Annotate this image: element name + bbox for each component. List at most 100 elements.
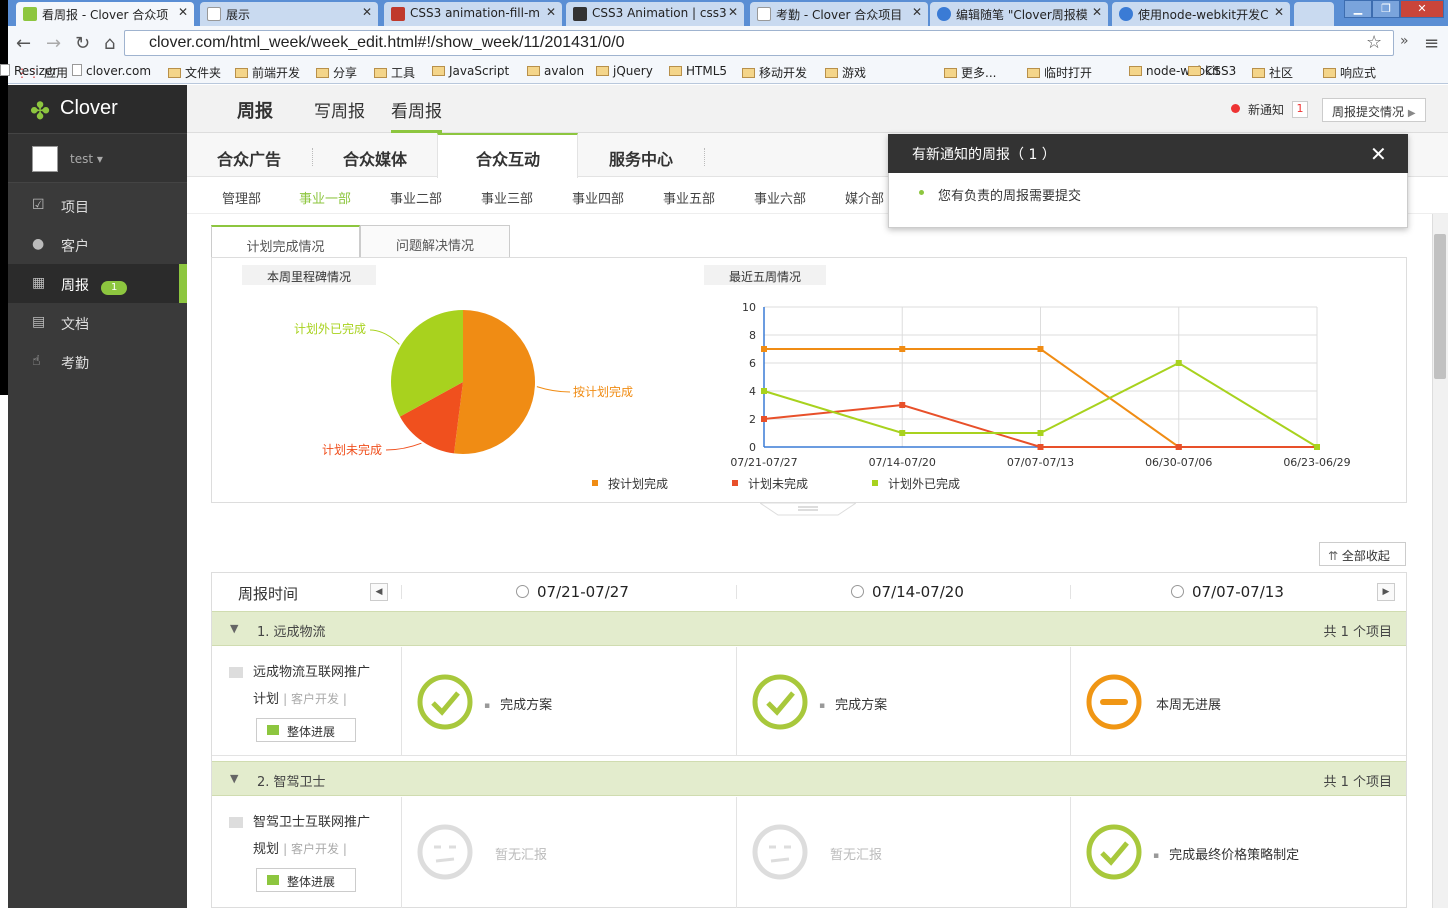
divider — [401, 585, 402, 599]
logo[interactable]: ✤ Clover — [8, 85, 187, 133]
close-tab-icon[interactable]: ✕ — [178, 5, 188, 19]
folder-icon — [1252, 68, 1265, 78]
bookmark-item[interactable]: 分享 — [316, 64, 357, 81]
company-tab-interactive[interactable]: 合众互动 — [476, 146, 540, 170]
data-point — [899, 402, 906, 408]
bookmark-item[interactable]: 临时打开 — [1027, 64, 1092, 81]
overall-progress-button[interactable]: 整体进展 — [256, 718, 356, 742]
group-row[interactable]: ▼ 2. 智驾卫士 共 1 个项目 — [212, 761, 1406, 796]
sidebar-item-attendance[interactable]: ☝ 考勤 — [8, 342, 187, 381]
overall-progress-label: 整体进展 — [287, 725, 336, 739]
status-empty-face-icon — [417, 824, 473, 880]
browser-tab-3[interactable]: CSS3 animation-fill-m ✕ — [384, 2, 562, 26]
sidebar-item-projects[interactable]: ☑ 项目 — [8, 186, 187, 225]
scrollbar-thumb[interactable] — [1434, 234, 1446, 379]
company-tab-ad[interactable]: 合众广告 — [217, 146, 281, 170]
dept-three[interactable]: 事业三部 — [481, 188, 533, 207]
dept-management[interactable]: 管理部 — [222, 188, 261, 207]
browser-tab-1[interactable]: 看周报 - Clover 合众项 ✕ — [16, 2, 194, 26]
status-text: 完成最终价格策略制定 — [1153, 844, 1299, 863]
more-tabs-icon[interactable]: » — [1400, 33, 1409, 49]
sidebar-item-docs[interactable]: ▤ 文档 — [8, 303, 187, 342]
week-header-text: 07/21-07/27 — [537, 583, 629, 601]
forward-icon[interactable]: → — [46, 33, 61, 54]
dept-five[interactable]: 事业五部 — [663, 188, 715, 207]
browser-tab-5[interactable]: 考勤 - Clover 合众项目 ✕ — [750, 2, 928, 26]
overall-progress-button[interactable]: 整体进展 — [256, 868, 356, 892]
bookmark-item[interactable]: 工具 — [374, 64, 415, 81]
company-tab-service[interactable]: 服务中心 — [609, 146, 673, 170]
home-icon[interactable]: ⌂ — [104, 33, 115, 54]
bookmark-item[interactable]: 游戏 — [825, 64, 866, 81]
close-tab-icon[interactable]: ✕ — [912, 5, 922, 19]
clock-icon — [851, 585, 864, 598]
tab-plan-completion[interactable]: 计划完成情况 — [211, 225, 360, 258]
bookmark-item[interactable]: jQuery — [596, 64, 653, 78]
bookmark-item[interactable]: 前端开发 — [235, 64, 300, 81]
bookmark-item[interactable]: Resizer — [0, 64, 57, 78]
topnav-view[interactable]: 看周报 — [391, 97, 442, 133]
dept-six[interactable]: 事业六部 — [754, 188, 806, 207]
close-window-icon[interactable]: ✕ — [1400, 0, 1444, 18]
address-bar[interactable]: clover.com/html_week/week_edit.html#!/sh… — [124, 30, 1394, 56]
bookmark-item[interactable]: 社区 — [1252, 64, 1293, 81]
close-tab-icon[interactable]: ✕ — [362, 5, 372, 19]
submit-status-button[interactable]: 周报提交情况 ▶ — [1322, 98, 1426, 122]
bookmark-item[interactable]: 更多... — [944, 64, 996, 81]
divider — [736, 647, 737, 755]
y-tick-label: 0 — [749, 441, 756, 454]
close-tab-icon[interactable]: ✕ — [546, 5, 556, 19]
close-tab-icon[interactable]: ✕ — [1274, 5, 1284, 19]
project-name[interactable]: 智驾卫士互联网推广 规划 | 客户开发 | — [253, 810, 393, 863]
folder-icon — [374, 68, 387, 78]
close-tab-icon[interactable]: ✕ — [728, 5, 738, 19]
star-icon[interactable]: ☆ — [1366, 32, 1382, 53]
bookmark-item[interactable]: 移动开发 — [742, 64, 807, 81]
browser-tab-7[interactable]: 使用node-webkit开发C ✕ — [1112, 2, 1290, 26]
topnav-write[interactable]: 写周报 — [314, 97, 365, 122]
project-name[interactable]: 远成物流互联网推广 计划 | 客户开发 | — [253, 660, 393, 713]
bookmark-item[interactable]: JavaScript — [432, 64, 509, 78]
back-icon[interactable]: ← — [16, 33, 31, 54]
dept-one[interactable]: 事业一部 — [299, 188, 351, 207]
prev-week-button[interactable]: ◀ — [370, 583, 388, 601]
new-tab-button[interactable] — [1294, 2, 1334, 26]
sidebar-item-clients[interactable]: ● 客户 — [8, 225, 187, 264]
bookmark-item[interactable]: avalon — [527, 64, 584, 78]
popup-message[interactable]: 您有负责的周报需要提交 — [938, 185, 1081, 204]
sidebar-item-weekly[interactable]: ▦ 周报 1 — [8, 264, 187, 303]
divider — [736, 797, 737, 908]
user-box[interactable]: test ▾ — [8, 133, 187, 183]
bookmark-item[interactable]: HTML5 — [669, 64, 727, 78]
bookmark-item[interactable]: 文件夹 — [168, 64, 221, 81]
close-icon[interactable]: ✕ — [1370, 142, 1387, 166]
bookmark-item[interactable]: CSS3 — [1188, 64, 1236, 78]
maximize-icon[interactable]: ❐ — [1372, 0, 1400, 18]
blog-favicon-icon — [1119, 7, 1133, 21]
dept-four[interactable]: 事业四部 — [572, 188, 624, 207]
bookmark-item[interactable]: clover.com — [72, 64, 151, 78]
collapse-all-button[interactable]: ⇈ 全部收起 — [1319, 542, 1406, 566]
dept-two[interactable]: 事业二部 — [390, 188, 442, 207]
minimize-icon[interactable]: ▁ — [1344, 0, 1372, 18]
notice-count[interactable]: 1 — [1292, 101, 1308, 118]
project-name-line1: 智驾卫士互联网推广 — [253, 815, 371, 830]
tab-issue-resolution[interactable]: 问题解决情况 — [360, 225, 510, 258]
project-name-line1: 远成物流互联网推广 — [253, 665, 371, 680]
bookmark-item[interactable]: 响应式 — [1323, 64, 1376, 81]
dept-media[interactable]: 媒介部 — [845, 188, 884, 207]
menu-icon[interactable]: ≡ — [1424, 33, 1439, 54]
panel-pull-handle[interactable] — [760, 503, 856, 516]
close-tab-icon[interactable]: ✕ — [1092, 5, 1102, 19]
notice-label[interactable]: 新通知 — [1248, 101, 1284, 118]
x-tick-label: 06/23-06/29 — [1283, 456, 1350, 469]
company-tab-media[interactable]: 合众媒体 — [343, 146, 407, 170]
browser-tab-4[interactable]: CSS3 Animation | css3 ✕ — [566, 2, 744, 26]
next-week-button[interactable]: ▶ — [1377, 583, 1395, 601]
browser-tab-6[interactable]: 编辑随笔 "Clover周报模 ✕ — [930, 2, 1108, 26]
reload-icon[interactable]: ↻ — [75, 33, 90, 54]
x-tick-label: 07/21-07/27 — [730, 456, 797, 469]
active-marker — [179, 264, 187, 303]
browser-tab-2[interactable]: 展示 ✕ — [200, 2, 378, 26]
group-row[interactable]: ▼ 1. 远成物流 共 1 个项目 — [212, 611, 1406, 646]
